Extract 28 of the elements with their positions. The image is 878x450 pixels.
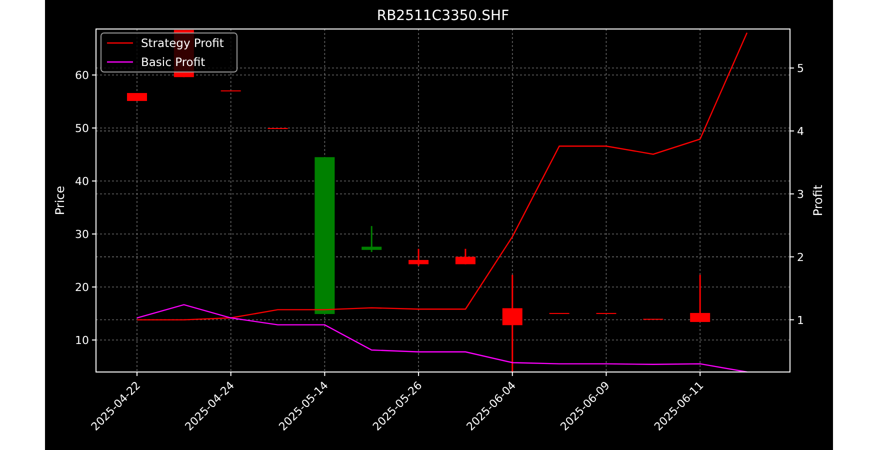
legend-label: Basic Profit xyxy=(141,55,206,69)
axis-tick-label: 30 xyxy=(75,228,89,241)
axis-tick-label: 4 xyxy=(797,124,804,138)
axis-label: Profit xyxy=(811,184,825,216)
axis-tick-label: 10 xyxy=(75,334,89,347)
candlestick xyxy=(549,312,570,314)
candlestick xyxy=(408,248,429,266)
candlestick xyxy=(643,318,664,320)
axis-label: Price xyxy=(53,186,67,216)
candlestick xyxy=(268,127,288,129)
axis-tick-label: 3 xyxy=(797,188,804,201)
axis-tick-label: 5 xyxy=(797,62,804,76)
axis-tick-label: 60 xyxy=(75,69,89,82)
candlestick xyxy=(596,312,616,314)
chart-title: RB2511C3350.SHF xyxy=(376,8,510,24)
axis-tick-label: 20 xyxy=(75,281,89,294)
legend-line-icon xyxy=(107,61,133,63)
legend-line-icon xyxy=(107,42,133,44)
candlestick xyxy=(690,274,710,322)
axis-tick-label: 2 xyxy=(797,250,804,264)
candlestick xyxy=(127,93,147,101)
axis-tick-label: 1 xyxy=(797,314,804,327)
candlestick xyxy=(220,90,241,92)
candlestick xyxy=(455,248,476,264)
axis-tick-label: 40 xyxy=(75,175,89,188)
legend-label: Strategy Profit xyxy=(141,36,224,50)
axis-tick-label: 50 xyxy=(75,122,89,135)
candlestick xyxy=(362,226,382,252)
